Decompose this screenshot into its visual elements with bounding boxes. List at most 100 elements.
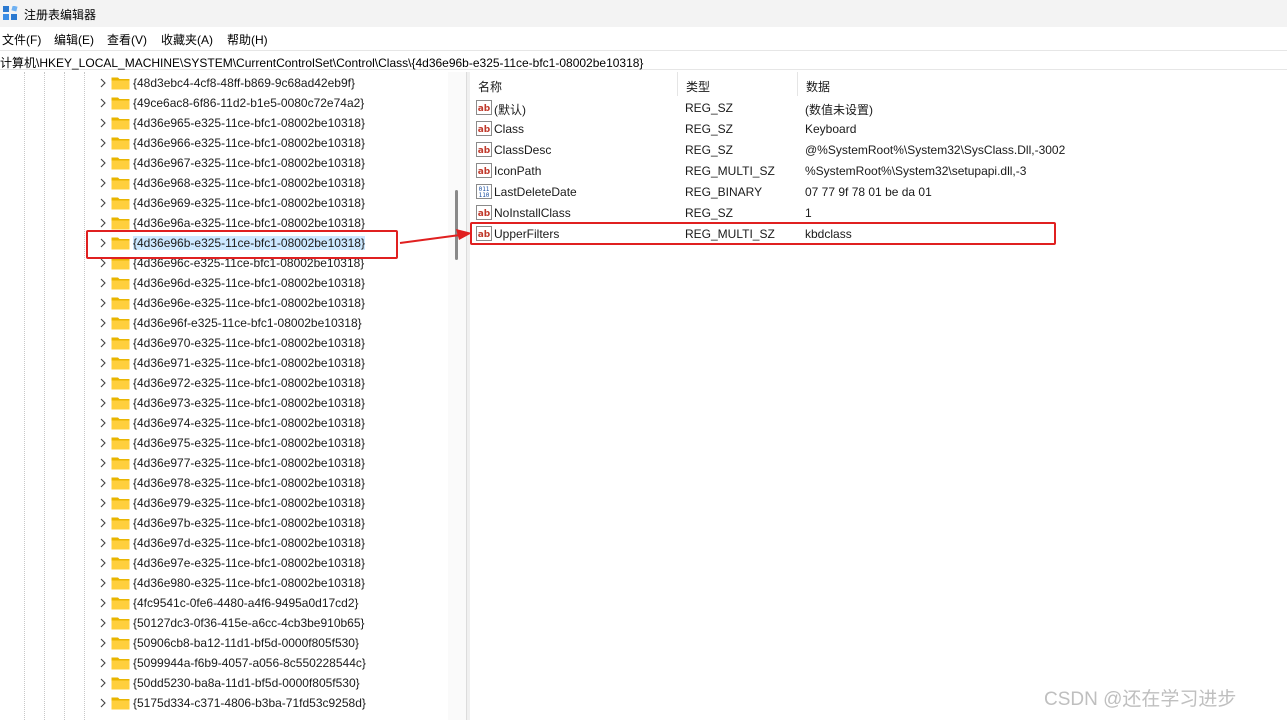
chevron-right-icon[interactable]	[98, 658, 108, 668]
chevron-right-icon[interactable]	[98, 578, 108, 588]
tree-item[interactable]: {4d36e977-e325-11ce-bfc1-08002be10318}	[86, 453, 406, 473]
chevron-right-icon[interactable]	[98, 78, 108, 88]
value-name: LastDeleteDate	[494, 185, 577, 199]
menu-edit[interactable]: 编辑(E)	[54, 31, 94, 48]
upperfilters-highlight-box	[470, 222, 1056, 245]
tree-item[interactable]: {4d36e97d-e325-11ce-bfc1-08002be10318}	[86, 533, 406, 553]
chevron-right-icon[interactable]	[98, 338, 108, 348]
chevron-right-icon[interactable]	[98, 618, 108, 628]
value-row[interactable]: ab ClassDesc REG_SZ @%SystemRoot%\System32\…	[470, 139, 1287, 160]
chevron-right-icon[interactable]	[98, 118, 108, 128]
tree-item[interactable]: {4d36e97e-e325-11ce-bfc1-08002be10318}	[86, 553, 406, 573]
address-bar[interactable]: 计算机\HKEY_LOCAL_MACHINE\SYSTEM\CurrentCon…	[0, 50, 1287, 70]
chevron-right-icon[interactable]	[98, 598, 108, 608]
chevron-right-icon[interactable]	[98, 198, 108, 208]
tree-item[interactable]: {4d36e969-e325-11ce-bfc1-08002be10318}	[86, 193, 406, 213]
folder-icon	[111, 397, 130, 410]
value-type: REG_MULTI_SZ	[685, 164, 775, 178]
chevron-right-icon[interactable]	[98, 258, 108, 268]
tree-item[interactable]: {4d36e978-e325-11ce-bfc1-08002be10318}	[86, 473, 406, 493]
tree-item[interactable]: {4fc9541c-0fe6-4480-a4f6-9495a0d17cd2}	[86, 593, 406, 613]
tree-item-label: {4d36e973-e325-11ce-bfc1-08002be10318}	[133, 396, 365, 410]
folder-icon	[111, 677, 130, 690]
tree-item[interactable]: {4d36e967-e325-11ce-bfc1-08002be10318}	[86, 153, 406, 173]
chevron-right-icon[interactable]	[98, 538, 108, 548]
tree-item-label: {4d36e96a-e325-11ce-bfc1-08002be10318}	[133, 216, 365, 230]
annotation-arrow-icon	[399, 229, 472, 244]
chevron-right-icon[interactable]	[98, 318, 108, 328]
tree-item[interactable]: {4d36e975-e325-11ce-bfc1-08002be10318}	[86, 433, 406, 453]
tree-item[interactable]: {4d36e966-e325-11ce-bfc1-08002be10318}	[86, 133, 406, 153]
svg-text:ab: ab	[478, 209, 491, 219]
menu-favorites[interactable]: 收藏夹(A)	[161, 31, 213, 48]
chevron-right-icon[interactable]	[98, 278, 108, 288]
chevron-right-icon[interactable]	[98, 678, 108, 688]
tree-item[interactable]: {4d36e972-e325-11ce-bfc1-08002be10318}	[86, 373, 406, 393]
tree-item-label: {4d36e979-e325-11ce-bfc1-08002be10318}	[133, 496, 365, 510]
column-header-type[interactable]: 类型	[678, 72, 798, 96]
chevron-right-icon[interactable]	[98, 398, 108, 408]
chevron-right-icon[interactable]	[98, 478, 108, 488]
chevron-right-icon[interactable]	[98, 178, 108, 188]
menu-file[interactable]: 文件(F)	[2, 31, 41, 48]
tree-item[interactable]: {5175d334-c371-4806-b3ba-71fd53c9258d}	[86, 693, 406, 713]
chevron-right-icon[interactable]	[98, 418, 108, 428]
tree-item[interactable]: {4d36e980-e325-11ce-bfc1-08002be10318}	[86, 573, 406, 593]
chevron-right-icon[interactable]	[98, 558, 108, 568]
tree-item[interactable]: {4d36e965-e325-11ce-bfc1-08002be10318}	[86, 113, 406, 133]
values-list[interactable]: 名称 类型 数据 ab (默认) REG_SZ (数值未设置) ab Class REG_S…	[470, 72, 1287, 720]
tree-scrollbar[interactable]	[448, 72, 466, 720]
column-header-data[interactable]: 数据	[798, 72, 1287, 96]
value-row[interactable]: ab Class REG_SZ Keyboard	[470, 118, 1287, 139]
chevron-right-icon[interactable]	[98, 498, 108, 508]
tree-item[interactable]: {4d36e973-e325-11ce-bfc1-08002be10318}	[86, 393, 406, 413]
chevron-right-icon[interactable]	[98, 458, 108, 468]
tree-item[interactable]: {50dd5230-ba8a-11d1-bf5d-0000f805f530}	[86, 673, 406, 693]
tree-item-label: {4d36e97e-e325-11ce-bfc1-08002be10318}	[133, 556, 365, 570]
tree-item-label: {4fc9541c-0fe6-4480-a4f6-9495a0d17cd2}	[133, 596, 359, 610]
title-bar[interactable]: 注册表编辑器	[0, 0, 1287, 27]
value-type: REG_SZ	[685, 143, 734, 157]
column-header-name[interactable]: 名称	[470, 72, 678, 96]
chevron-right-icon[interactable]	[98, 698, 108, 708]
tree-item[interactable]: {4d36e968-e325-11ce-bfc1-08002be10318}	[86, 173, 406, 193]
chevron-right-icon[interactable]	[98, 98, 108, 108]
chevron-right-icon[interactable]	[98, 518, 108, 528]
tree-item[interactable]: {4d36e979-e325-11ce-bfc1-08002be10318}	[86, 493, 406, 513]
watermark: CSDN @还在学习进步	[1044, 689, 1237, 710]
folder-icon	[111, 317, 130, 330]
chevron-right-icon[interactable]	[98, 298, 108, 308]
tree-item-label: {4d36e96f-e325-11ce-bfc1-08002be10318}	[133, 316, 362, 330]
chevron-right-icon[interactable]	[98, 638, 108, 648]
value-row[interactable]: ab NoInstallClass REG_SZ 1	[470, 202, 1287, 223]
chevron-right-icon[interactable]	[98, 358, 108, 368]
chevron-right-icon[interactable]	[98, 138, 108, 148]
tree-item[interactable]: {4d36e971-e325-11ce-bfc1-08002be10318}	[86, 353, 406, 373]
chevron-right-icon[interactable]	[98, 438, 108, 448]
tree-item[interactable]: {48d3ebc4-4cf8-48ff-b869-9c68ad42eb9f}	[86, 73, 406, 93]
tree-item[interactable]: {4d36e974-e325-11ce-bfc1-08002be10318}	[86, 413, 406, 433]
tree-item[interactable]: {50127dc3-0f36-415e-a6cc-4cb3be910b65}	[86, 613, 406, 633]
registry-editor-icon	[3, 6, 18, 20]
tree-item[interactable]: {4d36e970-e325-11ce-bfc1-08002be10318}	[86, 333, 406, 353]
address-path[interactable]: 计算机\HKEY_LOCAL_MACHINE\SYSTEM\CurrentCon…	[0, 54, 643, 71]
value-row[interactable]: 011 110 LastDeleteDate REG_BINARY 07 77 9f 7…	[470, 181, 1287, 202]
value-row[interactable]: ab IconPath REG_MULTI_SZ %SystemRoot%\Syste…	[470, 160, 1287, 181]
tree-item[interactable]: {4d36e96d-e325-11ce-bfc1-08002be10318}	[86, 273, 406, 293]
chevron-right-icon[interactable]	[98, 158, 108, 168]
chevron-right-icon[interactable]	[98, 378, 108, 388]
tree-item[interactable]: {49ce6ac8-6f86-11d2-b1e5-0080c72e74a2}	[86, 93, 406, 113]
menu-help[interactable]: 帮助(H)	[227, 31, 268, 48]
tree-item[interactable]: {4d36e96e-e325-11ce-bfc1-08002be10318}	[86, 293, 406, 313]
chevron-right-icon[interactable]	[98, 218, 108, 228]
tree-item-label: {4d36e965-e325-11ce-bfc1-08002be10318}	[133, 116, 365, 130]
tree-item[interactable]: {4d36e97b-e325-11ce-bfc1-08002be10318}	[86, 513, 406, 533]
value-name: IconPath	[494, 164, 542, 178]
tree-item[interactable]: {50906cb8-ba12-11d1-bf5d-0000f805f530}	[86, 633, 406, 653]
tree-item[interactable]: {5099944a-f6b9-4057-a056-8c550228544c}	[86, 653, 406, 673]
key-tree[interactable]: {48d3ebc4-4cf8-48ff-b869-9c68ad42eb9f} {4…	[0, 72, 466, 720]
menu-view[interactable]: 查看(V)	[107, 31, 147, 48]
svg-text:ab: ab	[478, 167, 491, 177]
value-row[interactable]: ab (默认) REG_SZ (数值未设置)	[470, 97, 1287, 118]
tree-item[interactable]: {4d36e96f-e325-11ce-bfc1-08002be10318}	[86, 313, 406, 333]
